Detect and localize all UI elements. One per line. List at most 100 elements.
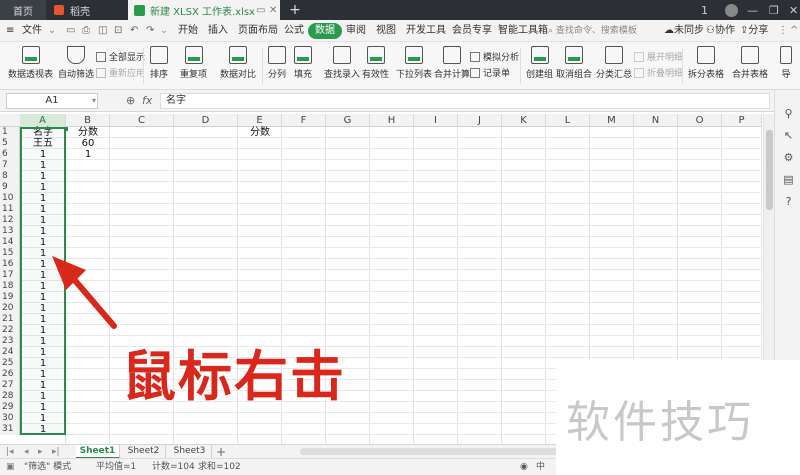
row-header-6[interactable]: 6 [0,149,20,160]
share-button[interactable]: ⇪分享 [740,20,768,42]
expand-detail-button[interactable]: 展开明细 [634,50,683,63]
row-header-18[interactable]: 18 [0,281,20,292]
chevron-down-icon[interactable]: ⌄ [48,20,56,42]
simulation-analysis-button[interactable]: 模拟分析 [470,50,519,63]
tab-daoke[interactable]: 稻壳 [48,0,126,20]
row-header-21[interactable]: 21 [0,314,20,325]
row-header-31[interactable]: 31 [0,424,20,435]
undo-icon[interactable]: ↶ [130,20,138,42]
layout-icon[interactable]: ▤ [783,174,794,185]
fx-icon[interactable]: fx [142,90,152,112]
row-header-24[interactable]: 24 [0,347,20,358]
row-header-22[interactable]: 22 [0,325,20,336]
name-box[interactable]: A1 [6,93,98,109]
row-header-7[interactable]: 7 [0,160,20,171]
row-header-20[interactable]: 20 [0,303,20,314]
formula-input[interactable]: 名字 [160,93,770,109]
menu-review[interactable]: 审阅 [346,20,366,42]
row-header-27[interactable]: 27 [0,380,20,391]
hamburger-icon[interactable]: ≡ [6,20,14,42]
menu-insert[interactable]: 插入 [208,20,228,42]
row-header-13[interactable]: 13 [0,226,20,237]
column-header-H[interactable]: H [370,114,414,127]
row-header-26[interactable]: 26 [0,369,20,380]
horizontal-scrollbar[interactable] [300,448,560,455]
row-header-12[interactable]: 12 [0,215,20,226]
column-header-E[interactable]: E [238,114,282,127]
row-header-11[interactable]: 11 [0,204,20,215]
ungroup-button[interactable]: 取消组合 [556,46,592,80]
sync-status[interactable]: ☁未同步 [664,20,704,42]
vertical-scroll-thumb[interactable] [766,130,773,210]
menu-start[interactable]: 开始 [178,20,198,42]
sheet-tab-3[interactable]: Sheet3 [168,445,212,459]
cell-E1[interactable]: 分数 [238,127,282,138]
preview-icon[interactable]: ⊡ [114,20,122,42]
tab-home[interactable]: 首页 [0,0,46,20]
row-header-25[interactable]: 25 [0,358,20,369]
more-options-icon[interactable]: ⋮ [778,20,788,42]
column-header-F[interactable]: F [282,114,326,127]
add-sheet-icon[interactable]: + [216,445,226,459]
fill-button[interactable]: 填充 [294,46,312,80]
input-method-icon[interactable]: 中 [536,459,545,475]
cell-B5[interactable]: 60 [66,138,110,149]
redo-icon[interactable]: ↷ [146,20,154,42]
record-form-button[interactable]: 记录单 [470,66,510,79]
column-header-D[interactable]: D [174,114,238,127]
last-sheet-icon[interactable]: ▸| [52,445,60,459]
column-header-C[interactable]: C [110,114,174,127]
pin-icon[interactable]: ⚲ [783,108,794,119]
zoom-search-icon[interactable]: ⊕ [126,90,135,112]
row-header-17[interactable]: 17 [0,270,20,281]
selection-handle[interactable] [64,127,68,131]
row-header-5[interactable]: 5 [0,138,20,149]
compare-button[interactable]: 数据对比 [220,46,256,80]
name-box-dropdown-icon[interactable]: ▾ [92,90,96,112]
row-header-19[interactable]: 19 [0,292,20,303]
row-header-14[interactable]: 14 [0,237,20,248]
dropdown-list-button[interactable]: 下拉列表 [396,46,432,80]
column-header-G[interactable]: G [326,114,370,127]
merge-calc-button[interactable]: 合并计算 [434,46,470,80]
show-all-button[interactable]: 全部显示 [96,50,145,63]
open-icon[interactable]: ▭ [66,20,75,42]
auto-filter-button[interactable]: 自动筛选 [58,46,94,80]
menu-member[interactable]: 会员专享 [452,20,492,42]
menu-dev-tools[interactable]: 开发工具 [406,20,446,42]
more-quick-icon[interactable]: ⌄ [160,20,168,42]
column-header-L[interactable]: L [546,114,590,127]
column-header-J[interactable]: J [458,114,502,127]
row-header-16[interactable]: 16 [0,259,20,270]
find-entry-button[interactable]: 查找录入 [324,46,360,80]
sheet-tab-2[interactable]: Sheet2 [122,445,166,459]
column-header-M[interactable]: M [590,114,634,127]
row-header-28[interactable]: 28 [0,391,20,402]
first-sheet-icon[interactable]: |◂ [6,445,14,459]
menu-page-layout[interactable]: 页面布局 [238,20,278,42]
select-pointer-icon[interactable]: ↖ [783,130,794,141]
collapse-detail-button[interactable]: 折叠明细 [634,66,683,79]
menu-data[interactable]: 数据 [308,23,342,39]
column-header-A[interactable]: A [20,114,66,127]
cell-B6[interactable]: 1 [66,149,110,160]
column-header-P[interactable]: P [722,114,762,127]
cell-B1[interactable]: 分数 [66,127,110,138]
command-search[interactable]: ⌕ 查找命令、搜索模板 [548,23,654,39]
next-sheet-icon[interactable]: ▸ [38,445,43,459]
column-header-O[interactable]: O [678,114,722,127]
monitor-icon[interactable]: ▭ [256,5,265,16]
reapply-button[interactable]: 重新应用 [96,66,145,79]
sheet-tab-1[interactable]: Sheet1 [76,445,120,459]
badge-icon[interactable]: 1 [701,0,708,20]
menu-more-icon[interactable]: › [532,20,536,42]
row-header-30[interactable]: 30 [0,413,20,424]
import-button[interactable]: 导 [780,46,792,80]
close-tab-icon[interactable]: ✕ [269,5,277,16]
column-header-K[interactable]: K [502,114,546,127]
menu-view[interactable]: 视图 [376,20,396,42]
row-header-9[interactable]: 9 [0,182,20,193]
row-header-10[interactable]: 10 [0,193,20,204]
new-tab-button[interactable]: + [286,0,304,20]
collab-button[interactable]: ⚇协作 [706,20,735,42]
